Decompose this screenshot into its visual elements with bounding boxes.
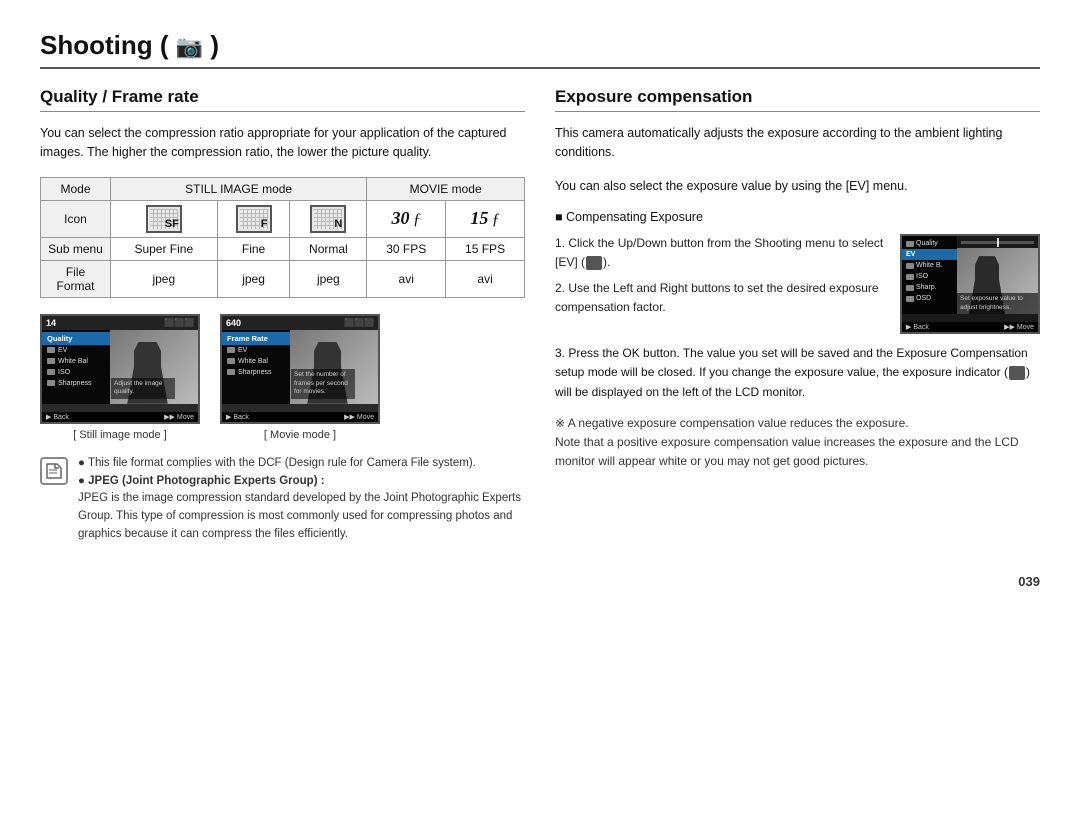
table-header-mode: Mode	[41, 177, 111, 200]
note-content: ● This file format complies with the DCF…	[78, 455, 525, 544]
still-image-screen: 14 ⬛⬛⬛ Quality EV White Bal ISO Sharpnes…	[40, 314, 200, 424]
table-icon-sf: SF	[111, 200, 218, 237]
movie-screen-wrap: 640 ⬛⬛⬛ Frame Rate EV White Bal Sharpnes…	[220, 314, 380, 441]
exposure-steps-text: 1. Click the Up/Down button from the Sho…	[555, 234, 886, 323]
table-icon-30fps: 30 ƒ	[367, 200, 446, 237]
exposure-intro2: You can also select the exposure value b…	[555, 177, 1040, 196]
table-icon-f: F	[217, 200, 290, 237]
table-header-movie: MOVIE mode	[367, 177, 525, 200]
table-submenu-n: Normal	[290, 237, 367, 260]
left-column: Quality / Frame rate You can select the …	[40, 87, 525, 544]
table-format-jpeg3: jpeg	[290, 260, 367, 297]
step3-text: 3. Press the OK button. The value you se…	[555, 344, 1040, 402]
page-title: Shooting ( 📷 )	[40, 30, 219, 61]
page-number: 039	[40, 564, 1040, 589]
table-format-jpeg2: jpeg	[217, 260, 290, 297]
exposure-note-text: ※ A negative exposure compensation value…	[555, 414, 1040, 472]
compensating-header: ■ Compensating Exposure	[555, 210, 1040, 224]
main-content: Quality / Frame rate You can select the …	[40, 87, 1040, 544]
exposure-section-title: Exposure compensation	[555, 87, 1040, 112]
header-divider	[40, 67, 1040, 69]
exposure-intro1: This camera automatically adjusts the ex…	[555, 124, 1040, 163]
table-icon-n: N	[290, 200, 367, 237]
step2-text: 2. Use the Left and Right buttons to set…	[555, 279, 886, 317]
exposure-steps-area: 1. Click the Up/Down button from the Sho…	[555, 234, 1040, 334]
movie-screen: 640 ⬛⬛⬛ Frame Rate EV White Bal Sharpnes…	[220, 314, 380, 424]
camera-icon: 📷	[176, 34, 203, 59]
table-submenu-15fps: 15 FPS	[446, 237, 525, 260]
table-icon-15fps: 15 ƒ	[446, 200, 525, 237]
table-submenu-sf: Super Fine	[111, 237, 218, 260]
table-submenu-label: Sub menu	[41, 237, 111, 260]
table-header-still: STILL IMAGE mode	[111, 177, 367, 200]
still-image-screen-label: [ Still image mode ]	[73, 429, 167, 441]
camera-screens: 14 ⬛⬛⬛ Quality EV White Bal ISO Sharpnes…	[40, 314, 525, 441]
still-image-screen-wrap: 14 ⬛⬛⬛ Quality EV White Bal ISO Sharpnes…	[40, 314, 200, 441]
exposure-screen: Quality EV White B. ISO Sharp. OSD Set e…	[900, 234, 1040, 334]
exposure-steps: 1. Click the Up/Down button from the Sho…	[555, 234, 886, 317]
exposure-note: ※ A negative exposure compensation value…	[555, 414, 1040, 472]
note-icon	[40, 457, 68, 485]
movie-screen-label: [ Movie mode ]	[264, 429, 336, 441]
right-column: Exposure compensation This camera automa…	[555, 87, 1040, 544]
table-format-avi1: avi	[367, 260, 446, 297]
exposure-screen-wrap: Quality EV White B. ISO Sharp. OSD Set e…	[900, 234, 1040, 334]
table-format-avi2: avi	[446, 260, 525, 297]
table-format-label: FileFormat	[41, 260, 111, 297]
quality-section-title: Quality / Frame rate	[40, 87, 525, 112]
quality-table: Mode STILL IMAGE mode MOVIE mode Icon SF	[40, 177, 525, 298]
table-icon-label: Icon	[41, 200, 111, 237]
note-box: ● This file format complies with the DCF…	[40, 455, 525, 544]
table-submenu-30fps: 30 FPS	[367, 237, 446, 260]
table-submenu-f: Fine	[217, 237, 290, 260]
table-format-jpeg1: jpeg	[111, 260, 218, 297]
step1-text: 1. Click the Up/Down button from the Sho…	[555, 234, 886, 272]
page-header: Shooting ( 📷 )	[40, 30, 1040, 61]
quality-intro: You can select the compression ratio app…	[40, 124, 525, 163]
